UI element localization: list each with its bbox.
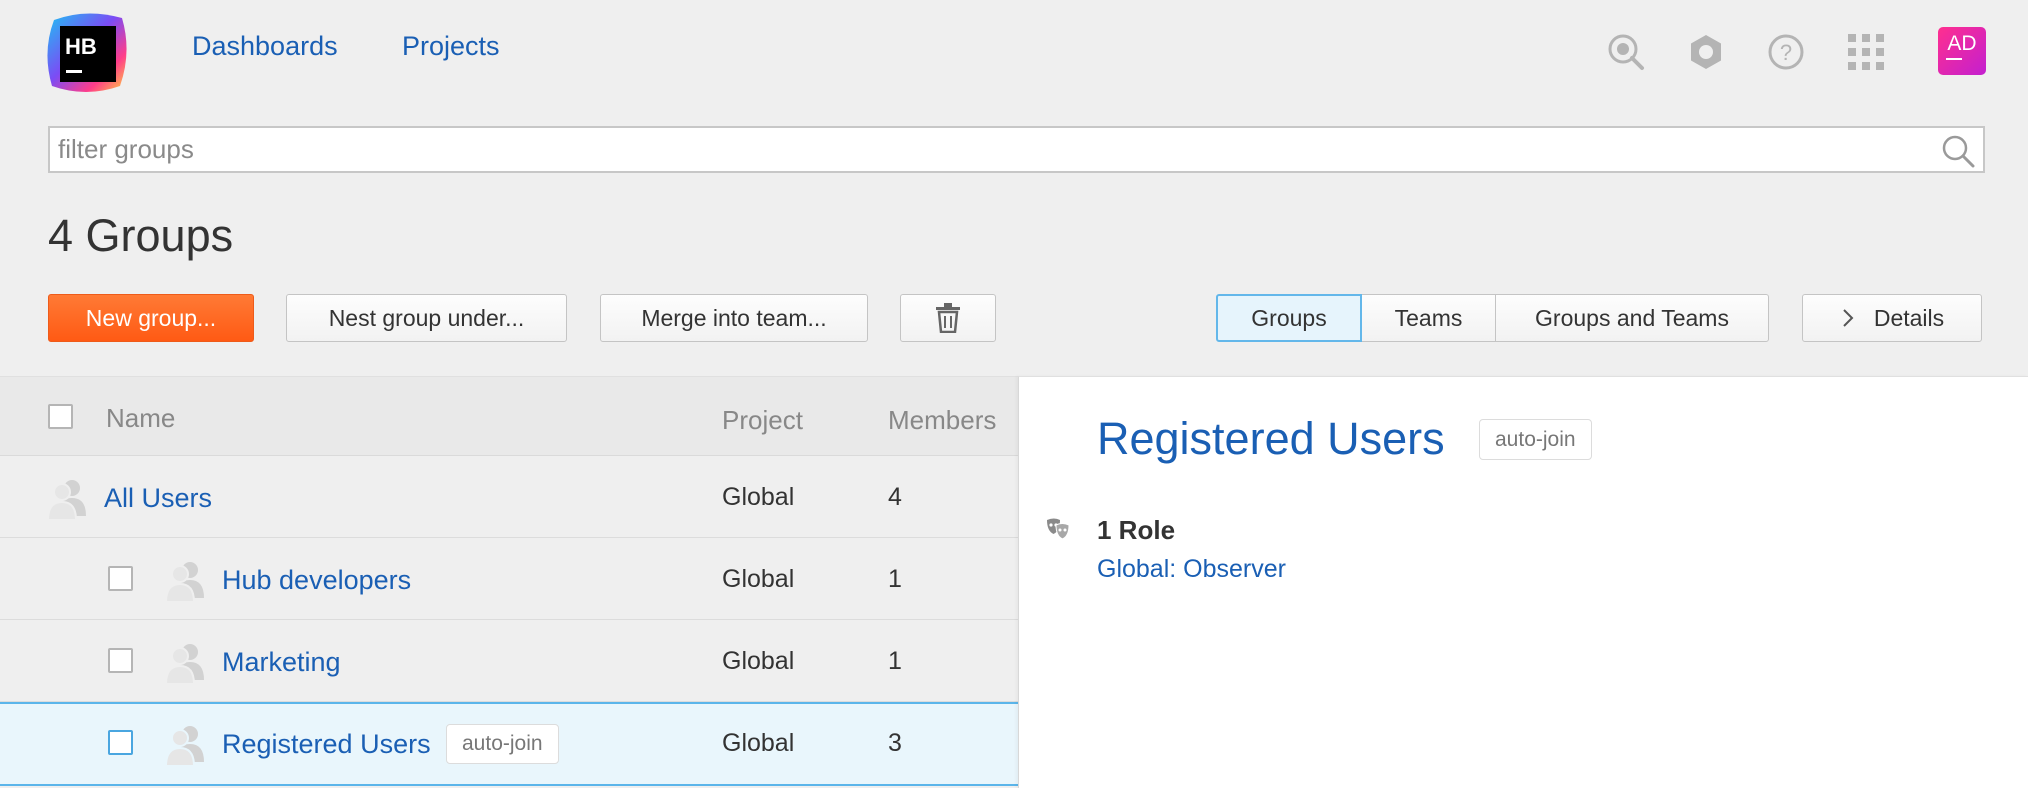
row-checkbox[interactable] xyxy=(108,566,133,591)
merge-into-team-button[interactable]: Merge into team... xyxy=(600,294,868,342)
apps-grid-icon[interactable] xyxy=(1844,30,1888,74)
roles-masks-icon xyxy=(1045,517,1071,541)
group-members: 1 xyxy=(888,647,902,675)
chevron-right-icon xyxy=(1843,309,1854,327)
auto-join-badge: auto-join xyxy=(446,724,559,764)
user-avatar[interactable]: AD xyxy=(1938,27,1986,75)
group-name-link[interactable]: Marketing xyxy=(222,647,341,678)
roles-count: 1 Role xyxy=(1097,515,1176,545)
settings-icon[interactable] xyxy=(1684,30,1728,74)
group-name-link[interactable]: All Users xyxy=(104,483,212,514)
new-group-button[interactable]: New group... xyxy=(48,294,254,342)
details-button[interactable]: Details xyxy=(1802,294,1982,342)
details-label: Details xyxy=(1873,304,1945,331)
svg-text:?: ? xyxy=(1780,40,1792,65)
search-history-icon[interactable] xyxy=(1604,30,1648,74)
help-icon[interactable]: ? xyxy=(1764,30,1808,74)
group-icon xyxy=(164,558,208,603)
user-initials: AD xyxy=(1947,32,1977,55)
table-header: Name Project Members xyxy=(0,376,1018,456)
group-members: 3 xyxy=(888,729,902,757)
group-members: 1 xyxy=(888,565,902,593)
group-name-link[interactable]: Hub developers xyxy=(222,565,411,596)
page-title: 4 Groups xyxy=(48,210,234,261)
tab-groups-and-teams[interactable]: Groups and Teams xyxy=(1495,294,1769,342)
tab-groups[interactable]: Groups xyxy=(1216,294,1362,342)
trash-icon xyxy=(936,303,960,333)
nest-group-button[interactable]: Nest group under... xyxy=(286,294,567,342)
nav-dashboards[interactable]: Dashboards xyxy=(192,31,338,62)
group-icon xyxy=(164,640,208,685)
details-auto-join-badge: auto-join xyxy=(1479,419,1592,460)
group-project: Global xyxy=(722,729,795,757)
filter-groups-input[interactable] xyxy=(50,128,1983,171)
details-panel: Registered Users auto-join 1 Role Global… xyxy=(1018,376,2028,788)
column-name[interactable]: Name xyxy=(106,403,175,434)
tab-teams[interactable]: Teams xyxy=(1361,294,1496,342)
group-icon xyxy=(46,476,90,521)
table-row[interactable]: All Users Global 4 xyxy=(0,456,1018,538)
table-row[interactable]: Marketing Global 1 xyxy=(0,620,1018,702)
search-icon[interactable] xyxy=(1941,134,1975,168)
app-logo[interactable]: HB xyxy=(46,12,130,94)
group-project: Global xyxy=(722,647,795,675)
column-members[interactable]: Members xyxy=(888,405,996,436)
role-link[interactable]: Global: Observer xyxy=(1097,555,1286,584)
select-all-checkbox[interactable] xyxy=(48,404,73,429)
group-name-link[interactable]: Registered Users xyxy=(222,729,431,760)
filter-groups-field xyxy=(48,126,1985,173)
details-title[interactable]: Registered Users xyxy=(1097,413,1445,465)
group-icon xyxy=(164,722,208,767)
group-project: Global xyxy=(722,483,795,511)
column-project[interactable]: Project xyxy=(722,405,803,436)
group-project: Global xyxy=(722,565,795,593)
table-row-selected[interactable]: Registered Users auto-join Global 3 xyxy=(0,702,1018,786)
group-members: 4 xyxy=(888,483,902,511)
table-row[interactable]: Hub developers Global 1 xyxy=(0,538,1018,620)
delete-button[interactable] xyxy=(900,294,996,342)
logo-text: HB xyxy=(65,34,97,59)
row-checkbox[interactable] xyxy=(108,648,133,673)
row-checkbox[interactable] xyxy=(108,730,133,755)
nav-projects[interactable]: Projects xyxy=(402,31,500,62)
